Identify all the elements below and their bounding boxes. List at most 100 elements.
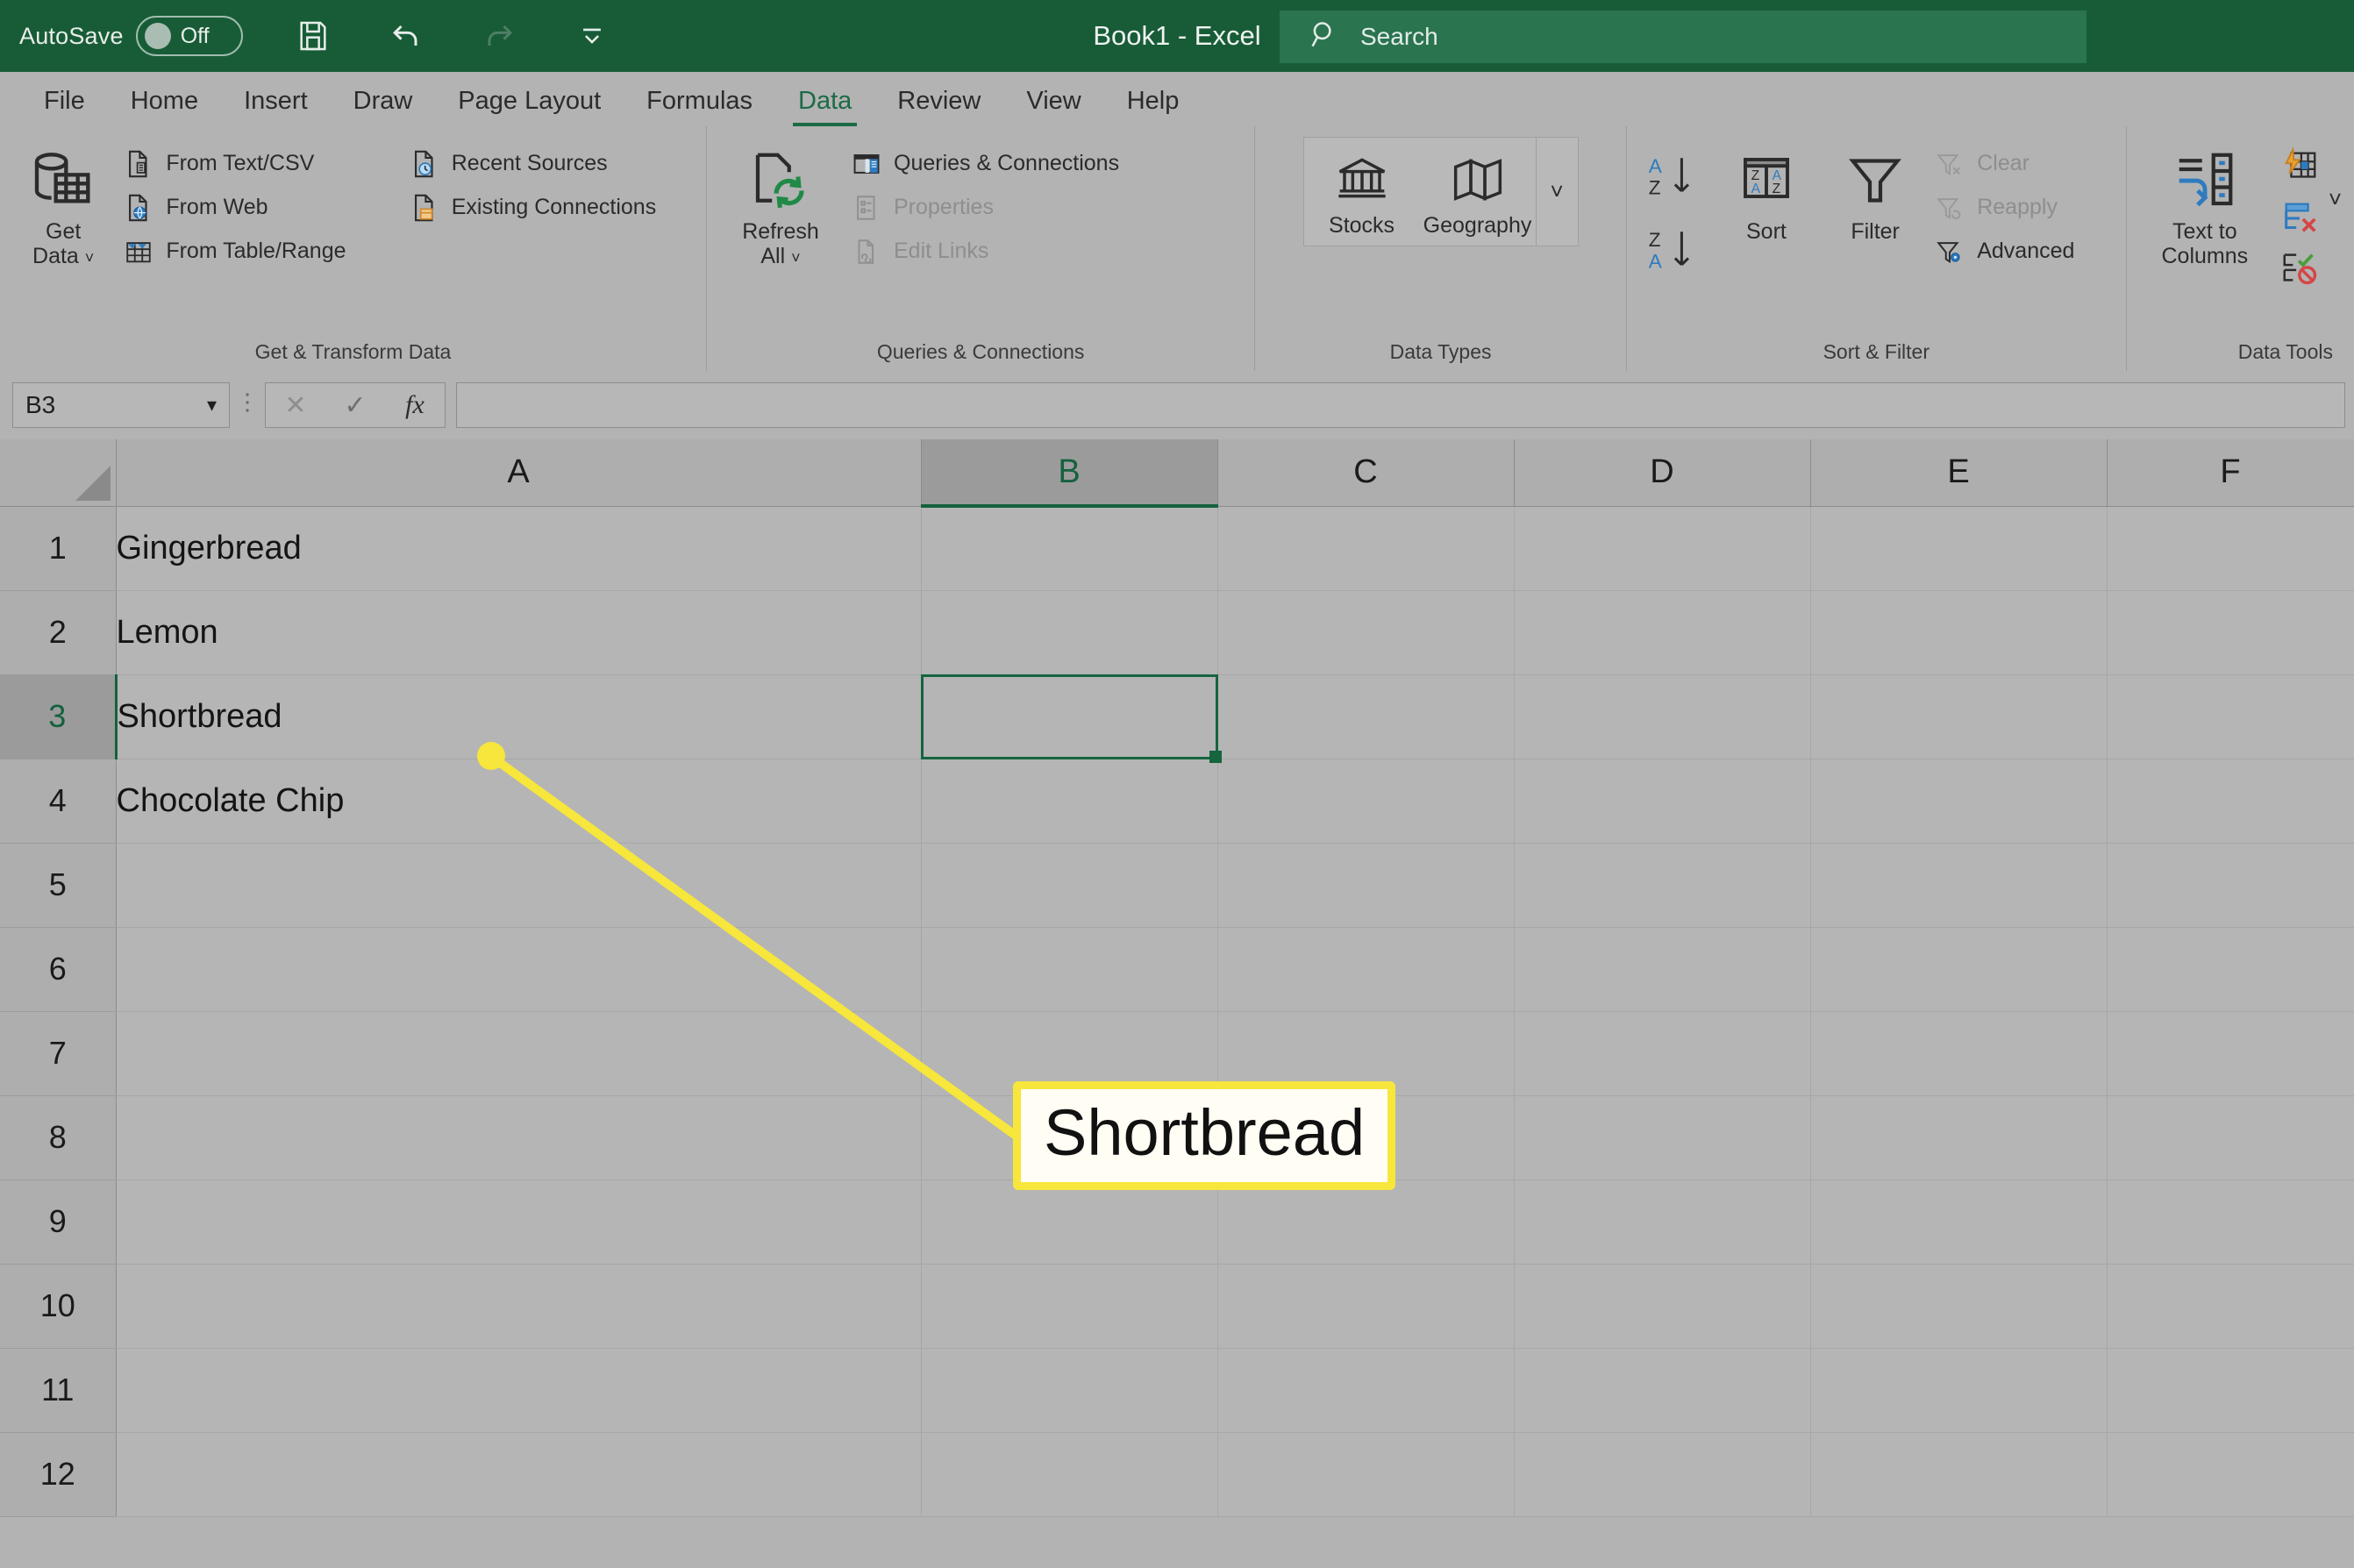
cell-d5[interactable] [1514, 843, 1811, 928]
row-header-2[interactable]: 2 [0, 590, 117, 675]
cell-d3[interactable] [1514, 674, 1811, 759]
row-header-7[interactable]: 7 [0, 1011, 117, 1096]
cell-c9[interactable] [1217, 1180, 1515, 1265]
autosave-switch[interactable]: Off [135, 16, 243, 56]
cell-d7[interactable] [1514, 1011, 1811, 1096]
cell-b10[interactable] [921, 1264, 1218, 1349]
cell-a6[interactable] [116, 927, 922, 1012]
row-header-9[interactable]: 9 [0, 1180, 117, 1265]
tab-home[interactable]: Home [108, 75, 221, 126]
data-types-more-button[interactable]: ˅ [1535, 138, 1578, 246]
cell-a2[interactable]: Lemon [116, 590, 922, 675]
row-header-1[interactable]: 1 [0, 506, 117, 591]
name-box[interactable]: B3 ▾ [12, 382, 230, 428]
column-header-c[interactable]: C [1217, 439, 1515, 507]
text-to-columns-button[interactable]: Text to Columns [2139, 133, 2271, 268]
flash-fill-icon[interactable] [2279, 144, 2320, 189]
cell-e12[interactable] [1810, 1432, 2108, 1517]
cell-c11[interactable] [1217, 1348, 1515, 1433]
cell-b6[interactable] [921, 927, 1218, 1012]
cell-e4[interactable] [1810, 759, 2108, 844]
get-data-button[interactable]: Get Data ˅ [12, 133, 114, 268]
cell-b3[interactable] [920, 674, 1222, 763]
chevron-down-icon[interactable]: ˅ [85, 249, 95, 267]
cell-f5[interactable] [2107, 843, 2354, 928]
cell-f6[interactable] [2107, 927, 2354, 1012]
cell-b4[interactable] [921, 759, 1218, 844]
recent-sources-button[interactable]: Recent Sources [409, 144, 694, 183]
cell-e7[interactable] [1810, 1011, 2108, 1096]
from-web-button[interactable]: From Web [123, 188, 399, 227]
row-header-11[interactable]: 11 [0, 1348, 117, 1433]
cell-c1[interactable] [1217, 506, 1515, 591]
cell-f2[interactable] [2107, 590, 2354, 675]
cell-f4[interactable] [2107, 759, 2354, 844]
tab-insert[interactable]: Insert [221, 75, 331, 126]
remove-duplicates-icon[interactable] [2279, 195, 2320, 240]
cell-e11[interactable] [1810, 1348, 2108, 1433]
cell-f8[interactable] [2107, 1095, 2354, 1180]
cell-e10[interactable] [1810, 1264, 2108, 1349]
cell-f1[interactable] [2107, 506, 2354, 591]
tab-help[interactable]: Help [1104, 75, 1202, 126]
autosave-toggle[interactable]: AutoSave Off [19, 16, 243, 56]
cell-d6[interactable] [1514, 927, 1811, 1012]
cell-e8[interactable] [1810, 1095, 2108, 1180]
cell-a7[interactable] [116, 1011, 922, 1096]
cancel-formula-icon[interactable]: ✕ [269, 390, 322, 421]
cell-c4[interactable] [1217, 759, 1515, 844]
cell-d2[interactable] [1514, 590, 1811, 675]
cell-e2[interactable] [1810, 590, 2108, 675]
cell-a5[interactable] [116, 843, 922, 928]
cell-a8[interactable] [116, 1095, 922, 1180]
cell-d10[interactable] [1514, 1264, 1811, 1349]
cell-e3[interactable] [1810, 674, 2108, 759]
row-header-6[interactable]: 6 [0, 927, 117, 1012]
insert-function-icon[interactable]: fx [389, 390, 441, 420]
cell-b12[interactable] [921, 1432, 1218, 1517]
formula-bar-grip[interactable] [230, 390, 265, 420]
cell-a11[interactable] [116, 1348, 922, 1433]
cell-b5[interactable] [921, 843, 1218, 928]
chevron-down-icon[interactable]: ▾ [207, 394, 217, 417]
from-text-csv-button[interactable]: From Text/CSV [123, 144, 399, 183]
data-tools-more-button[interactable]: ˅ [2329, 186, 2342, 213]
column-header-e[interactable]: E [1810, 439, 2108, 507]
cell-b11[interactable] [921, 1348, 1218, 1433]
cell-d12[interactable] [1514, 1432, 1811, 1517]
cell-d11[interactable] [1514, 1348, 1811, 1433]
cell-e6[interactable] [1810, 927, 2108, 1012]
search-box[interactable]: Search [1280, 11, 2086, 63]
tab-data[interactable]: Data [775, 75, 874, 126]
cell-a1[interactable]: Gingerbread [116, 506, 922, 591]
customize-quick-access-toolbar-icon[interactable] [567, 11, 617, 61]
cell-c3[interactable] [1217, 674, 1515, 759]
cell-d9[interactable] [1514, 1180, 1811, 1265]
save-icon[interactable] [289, 11, 338, 61]
row-header-3[interactable]: 3 [0, 674, 118, 759]
cell-b9[interactable] [921, 1180, 1218, 1265]
cell-b2[interactable] [921, 590, 1218, 675]
undo-icon[interactable] [382, 11, 431, 61]
cell-b1[interactable] [921, 506, 1218, 591]
row-header-10[interactable]: 10 [0, 1264, 117, 1349]
column-header-f[interactable]: F [2107, 439, 2354, 507]
data-validation-icon[interactable] [2279, 246, 2320, 291]
row-header-8[interactable]: 8 [0, 1095, 117, 1180]
cell-e9[interactable] [1810, 1180, 2108, 1265]
cell-f7[interactable] [2107, 1011, 2354, 1096]
cell-a12[interactable] [116, 1432, 922, 1517]
cell-e1[interactable] [1810, 506, 2108, 591]
cell-e5[interactable] [1810, 843, 2108, 928]
cell-d4[interactable] [1514, 759, 1811, 844]
tab-page-layout[interactable]: Page Layout [435, 75, 624, 126]
geography-button[interactable]: Geography [1420, 138, 1536, 246]
column-header-b[interactable]: B [921, 439, 1218, 508]
sort-z-to-a-icon[interactable]: Z A [1639, 221, 1708, 279]
from-table-range-button[interactable]: From Table/Range [123, 232, 399, 271]
tab-view[interactable]: View [1003, 75, 1103, 126]
cell-d8[interactable] [1514, 1095, 1811, 1180]
column-header-d[interactable]: D [1514, 439, 1811, 507]
cell-c2[interactable] [1217, 590, 1515, 675]
row-header-12[interactable]: 12 [0, 1432, 117, 1517]
